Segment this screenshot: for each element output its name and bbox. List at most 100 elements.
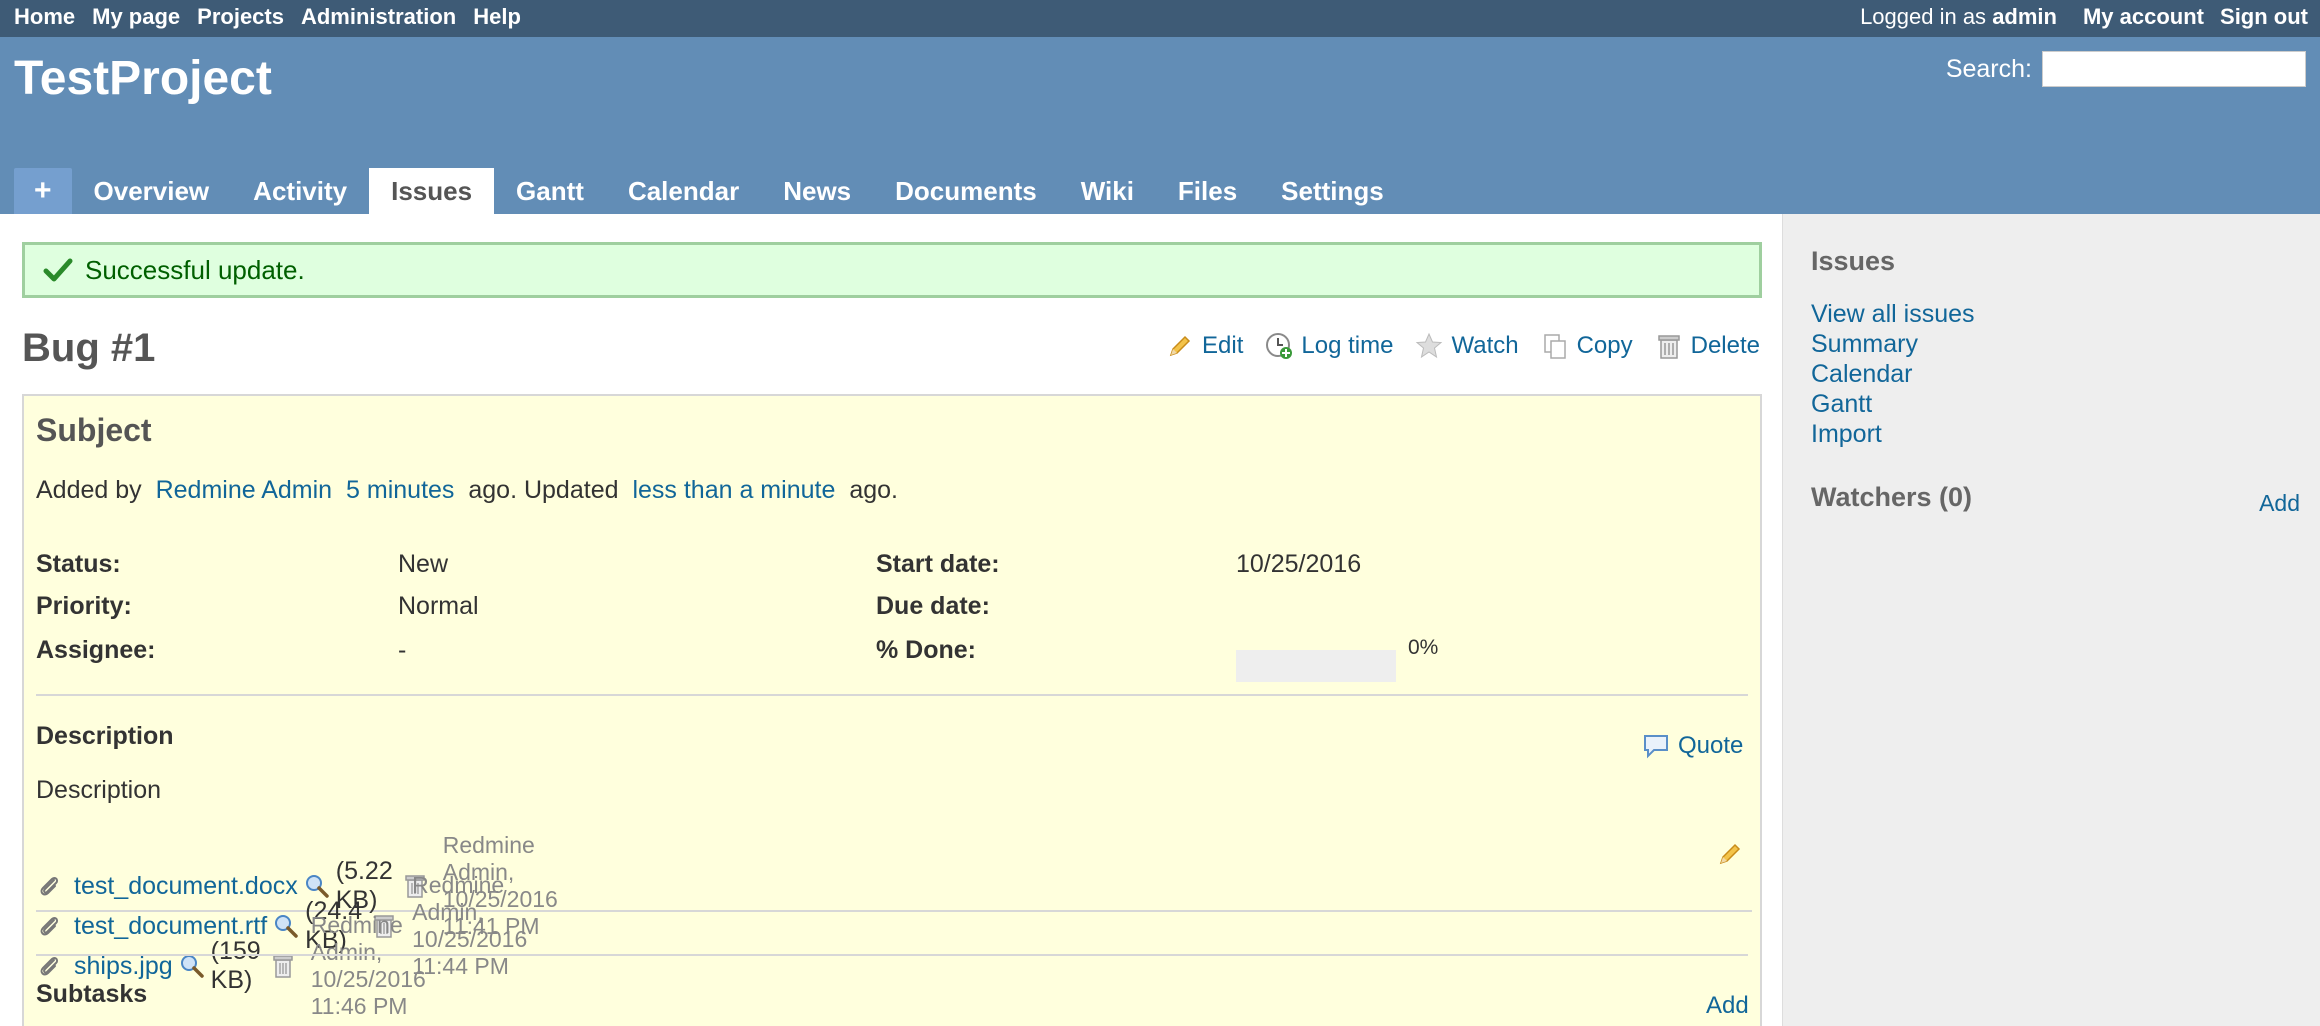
watch-link[interactable]: Watch bbox=[1451, 332, 1518, 360]
subtasks-heading: Subtasks bbox=[36, 980, 148, 1008]
log-time-link[interactable]: Log time bbox=[1301, 332, 1393, 360]
top-menu-administration[interactable]: Administration bbox=[301, 4, 456, 30]
subtasks-divider bbox=[36, 954, 1748, 956]
check-icon bbox=[43, 255, 73, 285]
top-menu-my-page[interactable]: My page bbox=[92, 4, 180, 30]
attachment-meta: Redmine Admin, 10/25/2016 11:46 PM bbox=[310, 912, 426, 1019]
start-date-label: Start date: bbox=[876, 550, 1000, 579]
author-suffix: ago. bbox=[849, 476, 898, 504]
top-menu-right: Logged in as admin My account Sign out bbox=[1860, 4, 2308, 30]
status-label: Status: bbox=[36, 550, 121, 579]
author-prefix: Added by bbox=[36, 476, 142, 504]
issue-actions: Edit Log time Watch Copy Delete bbox=[1144, 332, 1760, 360]
search-label: Search: bbox=[1945, 54, 2032, 83]
top-menu-help[interactable]: Help bbox=[473, 4, 521, 30]
done-label-text: % Done: bbox=[876, 636, 976, 664]
quick-search: Search: bbox=[1946, 51, 2306, 87]
sidebar-link-gantt[interactable]: Gantt bbox=[1811, 390, 1872, 419]
pencil-icon bbox=[1166, 332, 1194, 360]
issue-author-line: Added by Redmine Admin 5 minutes ago. Up… bbox=[36, 476, 898, 505]
flash-message: Successful update. bbox=[85, 254, 305, 285]
logged-in-user[interactable]: admin bbox=[1992, 4, 2057, 29]
assignee-label-text: Assignee: bbox=[36, 636, 156, 664]
tab-settings[interactable]: Settings bbox=[1259, 168, 1406, 214]
magnifier-icon[interactable] bbox=[179, 953, 205, 979]
edit-button[interactable]: Edit bbox=[1166, 332, 1243, 360]
attachment-meta: Redmine Admin, 10/25/2016 11:44 PM bbox=[412, 872, 528, 979]
watchers-heading: Watchers (0) bbox=[1811, 482, 1973, 512]
edit-attachments-pencil-icon[interactable] bbox=[1716, 840, 1744, 868]
tab-news[interactable]: News bbox=[761, 168, 873, 214]
done-value: 0% bbox=[1408, 636, 1439, 659]
priority-label-text: Priority: bbox=[36, 592, 132, 620]
tab-calendar[interactable]: Calendar bbox=[606, 168, 761, 214]
search-input[interactable] bbox=[2042, 51, 2306, 87]
trash-icon[interactable] bbox=[271, 953, 295, 979]
tab-issues[interactable]: Issues bbox=[369, 168, 495, 214]
sidebar-link-summary[interactable]: Summary bbox=[1811, 330, 1918, 359]
updated-ago-link[interactable]: less than a minute bbox=[632, 476, 835, 504]
sign-out-link[interactable]: Sign out bbox=[2220, 4, 2308, 30]
flash-notice: Successful update. bbox=[22, 242, 1762, 298]
tab-wiki[interactable]: Wiki bbox=[1059, 168, 1156, 214]
attachment-size: (159 KB) bbox=[210, 937, 261, 994]
add-watcher-link[interactable]: Add bbox=[2259, 490, 2300, 517]
created-ago-link[interactable]: 5 minutes bbox=[346, 476, 454, 504]
description-text: Description bbox=[36, 776, 162, 804]
watch-button[interactable]: Watch bbox=[1415, 332, 1519, 360]
paperclip-icon bbox=[38, 953, 60, 979]
log-time-button[interactable]: Log time bbox=[1265, 332, 1393, 360]
tab-documents[interactable]: Documents bbox=[873, 168, 1059, 214]
trash-icon bbox=[1655, 332, 1683, 360]
copy-button[interactable]: Copy bbox=[1541, 332, 1633, 360]
sidebar-issues-heading: Issues bbox=[1811, 246, 1896, 276]
delete-button[interactable]: Delete bbox=[1655, 332, 1760, 360]
logged-in-prefix: Logged in as bbox=[1860, 4, 1987, 29]
main-menu: + Overview Activity Issues Gantt Calenda… bbox=[14, 168, 1406, 214]
status-label-text: Status: bbox=[36, 550, 121, 578]
my-account-link[interactable]: My account bbox=[2083, 4, 2204, 30]
due-date-label: Due date: bbox=[876, 592, 990, 621]
status-value: New bbox=[398, 550, 449, 578]
header: TestProject Search: + Overview Activity … bbox=[0, 37, 2320, 214]
tab-files[interactable]: Files bbox=[1156, 168, 1259, 214]
new-object-button[interactable]: + bbox=[14, 168, 72, 214]
priority-value: Normal bbox=[398, 592, 479, 620]
top-menu-projects[interactable]: Projects bbox=[197, 4, 284, 30]
comment-icon bbox=[1642, 733, 1670, 759]
top-menu-left: Home My page Projects Administration Hel… bbox=[14, 4, 538, 30]
sidebar: Issues View all issues Summary Calendar … bbox=[1782, 214, 2320, 1026]
attributes-divider bbox=[36, 694, 1748, 696]
quote-button[interactable]: Quote bbox=[1642, 732, 1743, 760]
tab-activity[interactable]: Activity bbox=[231, 168, 369, 214]
issue-subject: Subject bbox=[36, 412, 152, 448]
edit-link[interactable]: Edit bbox=[1202, 332, 1243, 360]
add-subtask-link[interactable]: Add bbox=[1706, 992, 1749, 1020]
assignee-label: Assignee: bbox=[36, 636, 155, 665]
tab-overview[interactable]: Overview bbox=[72, 168, 232, 214]
clock-add-icon bbox=[1265, 332, 1293, 360]
top-menu-home[interactable]: Home bbox=[14, 4, 75, 30]
copy-icon bbox=[1541, 332, 1569, 360]
tab-gantt[interactable]: Gantt bbox=[494, 168, 606, 214]
issue-title: Bug #1 bbox=[22, 326, 156, 370]
sidebar-link-calendar[interactable]: Calendar bbox=[1811, 360, 1912, 389]
quote-link[interactable]: Quote bbox=[1678, 732, 1743, 760]
copy-link[interactable]: Copy bbox=[1577, 332, 1633, 360]
project-title: TestProject bbox=[14, 52, 272, 105]
done-label: % Done: bbox=[876, 636, 976, 665]
start-date-label-text: Start date: bbox=[876, 550, 1000, 578]
sidebar-link-view-all-issues[interactable]: View all issues bbox=[1811, 300, 1975, 329]
progress-bar bbox=[1236, 650, 1396, 682]
sidebar-link-import[interactable]: Import bbox=[1811, 420, 1882, 449]
description-heading: Description bbox=[36, 722, 174, 750]
due-date-label-text: Due date: bbox=[876, 592, 990, 620]
logged-in-as: Logged in as admin bbox=[1860, 4, 2057, 30]
start-date-value: 10/25/2016 bbox=[1236, 550, 1362, 578]
author-mid: ago. Updated bbox=[468, 476, 619, 504]
author-link[interactable]: Redmine Admin bbox=[156, 476, 332, 504]
priority-label: Priority: bbox=[36, 592, 132, 621]
assignee-value: - bbox=[398, 636, 407, 664]
star-icon bbox=[1415, 332, 1443, 360]
delete-link[interactable]: Delete bbox=[1691, 332, 1760, 360]
